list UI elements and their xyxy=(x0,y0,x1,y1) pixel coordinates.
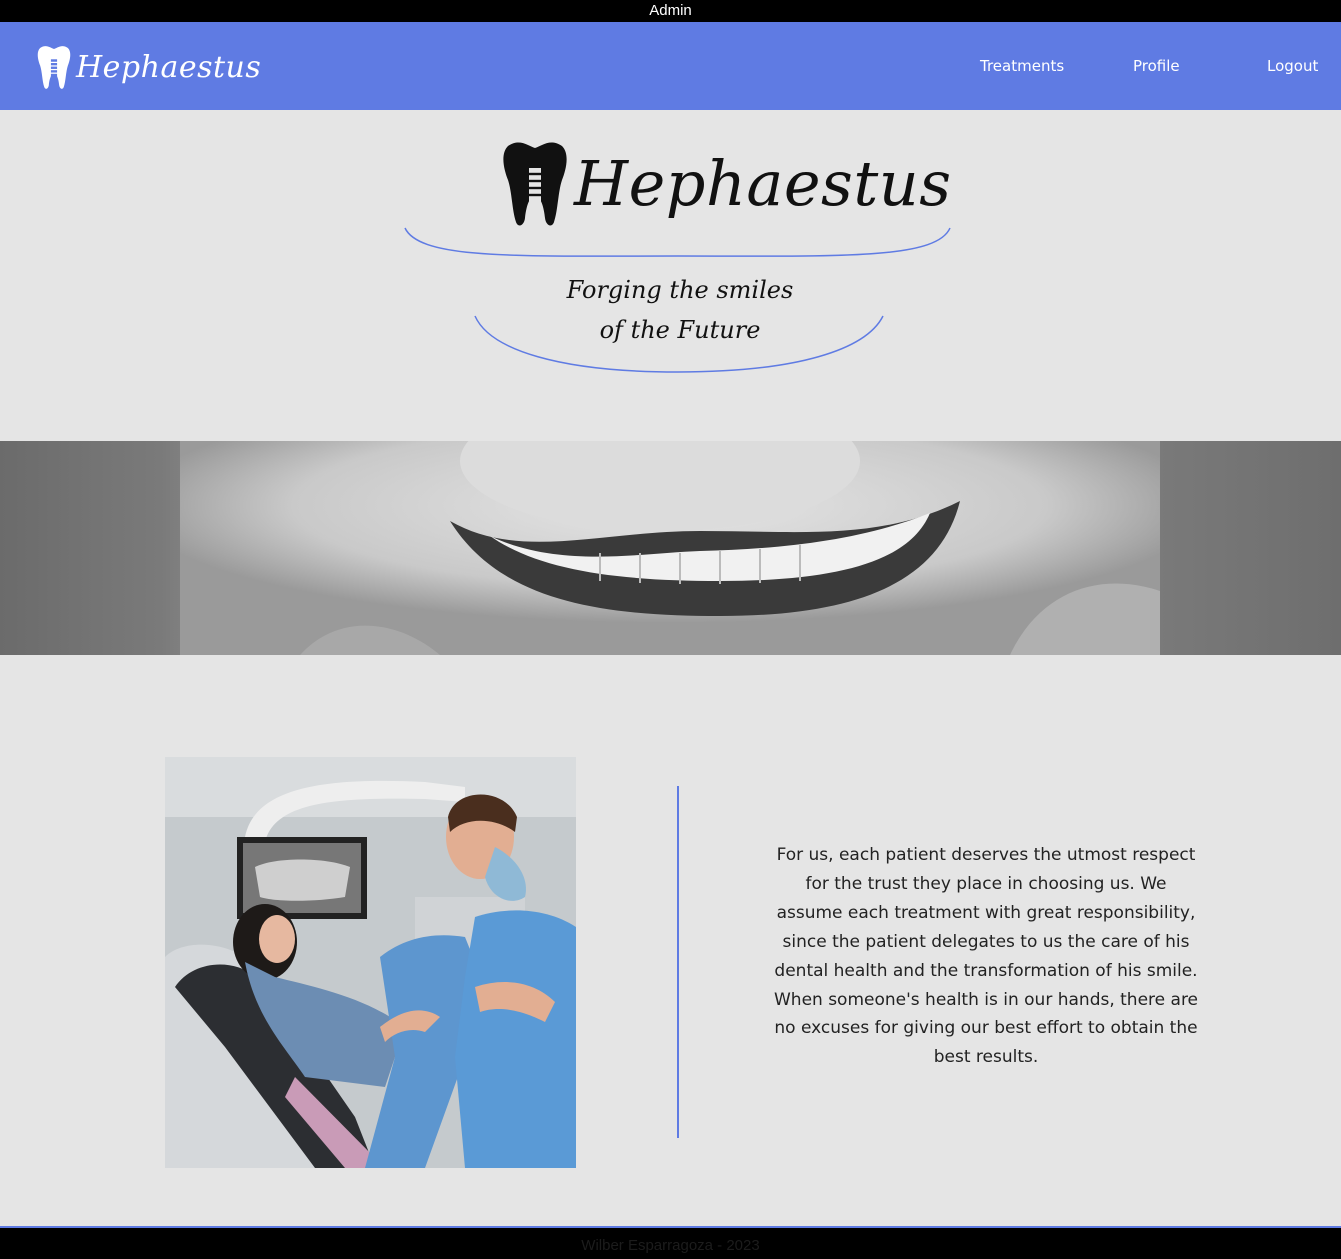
tooth-icon xyxy=(503,142,567,226)
nav-profile-link[interactable]: Profile xyxy=(1133,57,1180,75)
footer: Wilber Esparragoza - 2023 xyxy=(0,1226,1341,1259)
admin-label: Admin xyxy=(649,2,692,19)
brand-name: Hephaestus xyxy=(76,49,262,85)
mission-statement: For us, each patient deserves the utmost… xyxy=(773,845,1199,1068)
vertical-divider xyxy=(677,786,679,1138)
smile-banner-image xyxy=(0,441,1341,655)
hero-title: Hephaestus xyxy=(574,146,952,220)
footer-credit: Wilber Esparragoza - 2023 xyxy=(581,1237,760,1254)
admin-bar: Admin xyxy=(0,0,1341,22)
tagline: Forging the smiles of the Future xyxy=(520,270,840,350)
nav-logout-link[interactable]: Logout xyxy=(1267,57,1318,75)
dentist-patient-photo xyxy=(165,757,576,1168)
navbar: Hephaestus Treatments Profile Logout xyxy=(0,22,1341,110)
tooth-icon xyxy=(37,46,71,89)
tagline-line1: Forging the smiles xyxy=(566,276,794,304)
nav-treatments-link[interactable]: Treatments xyxy=(980,57,1064,75)
tagline-line2: of the Future xyxy=(599,316,761,344)
hero-section: Hephaestus Forging the smiles of the Fut… xyxy=(0,110,1341,441)
brand-logo[interactable]: Hephaestus xyxy=(36,42,261,92)
hero-logo: Hephaestus xyxy=(500,138,952,228)
